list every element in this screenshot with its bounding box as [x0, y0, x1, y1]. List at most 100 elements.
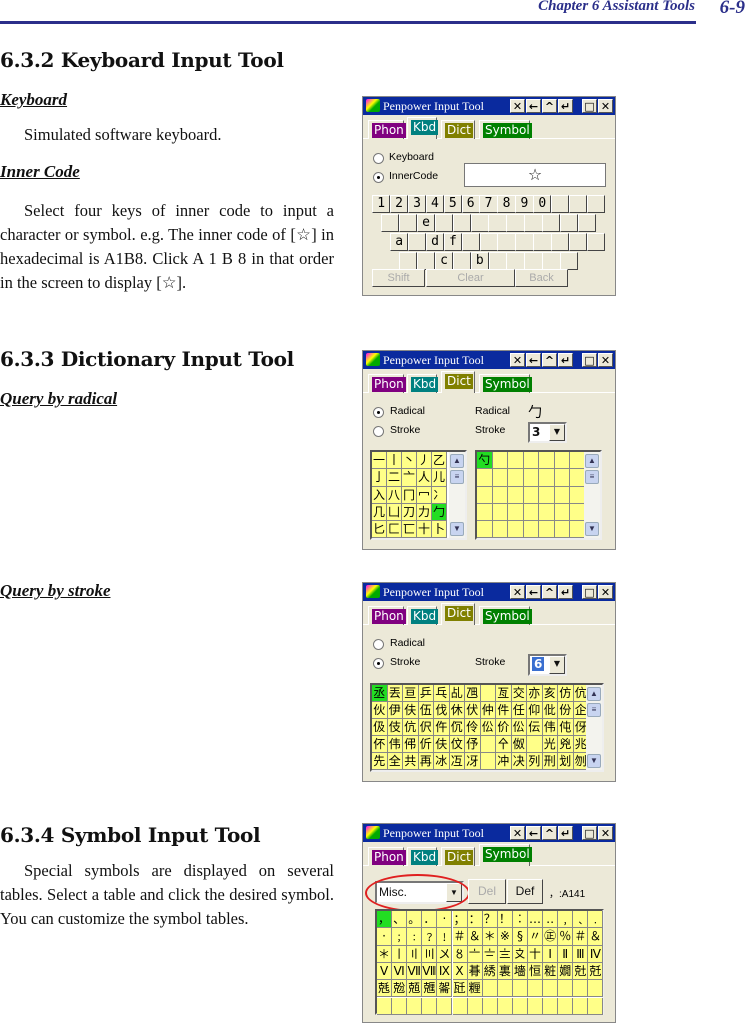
scroll-down-icon[interactable]: ▼	[587, 754, 601, 768]
grid-cell[interactable]: 恒	[528, 962, 544, 981]
grid-cell[interactable]: ﹖	[422, 928, 438, 946]
grid-cell[interactable]: ㊣	[543, 928, 559, 946]
grid-cell[interactable]	[508, 452, 524, 470]
grid-cell[interactable]: ‧	[437, 911, 453, 929]
tab-kbd[interactable]: Kbd	[407, 606, 439, 625]
grid-cell[interactable]	[528, 997, 544, 1015]
grid-cell[interactable]	[543, 980, 559, 998]
grid-cell[interactable]: ＊	[377, 945, 393, 963]
grid-cell[interactable]: ﹑	[573, 911, 589, 929]
grid-cell[interactable]	[492, 452, 508, 470]
grid-cell[interactable]: 共	[403, 753, 419, 771]
grid-cell[interactable]	[422, 997, 438, 1015]
maximize-icon[interactable]: □	[582, 585, 597, 599]
key[interactable]: 6	[461, 195, 480, 213]
grid-cell[interactable]: 〧	[482, 945, 498, 963]
grid-cell[interactable]	[588, 980, 604, 998]
grid-cell[interactable]: 件	[496, 702, 512, 720]
close-icon[interactable]: ✕	[598, 99, 613, 113]
grid-cell[interactable]: 伒	[418, 736, 434, 754]
grid-cell[interactable]: 伕	[403, 702, 419, 720]
key[interactable]	[568, 195, 588, 213]
scroll-up-icon[interactable]: ▲	[585, 454, 599, 468]
scroll-thumb[interactable]: ≡	[450, 470, 464, 484]
grid-cell[interactable]	[392, 997, 408, 1015]
arrow-left-icon[interactable]: ←	[526, 585, 541, 599]
arrow-left-icon[interactable]: ←	[526, 99, 541, 113]
grid-cell[interactable]	[588, 997, 604, 1015]
grid-cell[interactable]	[480, 753, 496, 771]
grid-cell[interactable]: 十	[417, 521, 432, 539]
grid-cell[interactable]: 划	[558, 753, 574, 771]
grid-cell[interactable]	[497, 997, 513, 1015]
tab-dict[interactable]: Dict	[441, 371, 475, 393]
grid-cell[interactable]	[539, 469, 555, 487]
key[interactable]: 0	[533, 195, 552, 213]
grid-cell[interactable]: ．	[422, 911, 438, 929]
grid-cell[interactable]: 裏	[497, 962, 513, 981]
grid-cell[interactable]: 伋	[372, 719, 388, 737]
grid-cell[interactable]: 亥	[542, 685, 558, 703]
key[interactable]: d	[425, 233, 445, 251]
grid-cell[interactable]: 伟	[387, 736, 403, 754]
grid-cell[interactable]: 一	[372, 452, 387, 470]
grid-cell[interactable]: ﹔	[392, 928, 408, 946]
grid-cell[interactable]: Ⅱ	[558, 945, 574, 963]
key[interactable]	[506, 252, 525, 270]
grid-cell[interactable]: 光	[542, 736, 558, 754]
radio-inner-code[interactable]	[373, 172, 384, 183]
grid-cell[interactable]: ＆	[588, 928, 604, 946]
grid-cell[interactable]: 兝	[392, 980, 408, 998]
grid-cell[interactable]: 伙	[372, 702, 388, 720]
grid-cell[interactable]: 二	[387, 469, 402, 487]
key[interactable]	[497, 233, 516, 251]
key[interactable]	[434, 214, 454, 232]
key[interactable]: 8	[497, 195, 516, 213]
tab-symbol[interactable]: Symbol	[479, 844, 532, 866]
grid-cell[interactable]: ﹗	[437, 928, 453, 946]
radio-stroke[interactable]	[373, 426, 384, 437]
key[interactable]	[399, 252, 418, 270]
grid-cell[interactable]: 列	[527, 753, 543, 771]
tab-phon[interactable]: Phon	[368, 847, 406, 866]
grid-cell[interactable]	[539, 503, 555, 522]
grid-cell[interactable]	[477, 503, 493, 522]
scroll-down-icon[interactable]: ▼	[450, 522, 464, 536]
grid-cell[interactable]	[539, 486, 555, 504]
grid-cell[interactable]	[480, 685, 496, 703]
grid-cell[interactable]: 亙	[496, 685, 512, 703]
grid-cell[interactable]: 仰	[527, 702, 543, 720]
grid-cell[interactable]	[477, 521, 493, 539]
grid-cell[interactable]: 〤	[437, 945, 453, 963]
grid-cell[interactable]: 伐	[434, 702, 450, 720]
key[interactable]	[542, 214, 561, 232]
grid-cell[interactable]: 伕	[434, 736, 450, 754]
grid-cell[interactable]: 几	[372, 503, 387, 522]
grid-cell[interactable]: 丟	[387, 685, 403, 703]
close-ime-icon[interactable]: ✕	[510, 585, 525, 599]
grid-cell[interactable]: 丞	[372, 685, 388, 703]
caret-up-icon[interactable]: ^	[542, 353, 557, 367]
grid-cell[interactable]: 伟	[542, 719, 558, 737]
grid-cell[interactable]	[508, 521, 524, 539]
key[interactable]: 4	[425, 195, 445, 213]
grid-cell[interactable]	[508, 469, 524, 487]
grid-cell[interactable]: 刑	[542, 753, 558, 771]
caret-up-icon[interactable]: ^	[542, 99, 557, 113]
grid-cell[interactable]: 八	[387, 486, 402, 504]
tab-phon[interactable]: Phon	[368, 374, 406, 393]
grid-cell[interactable]: 亦	[527, 685, 543, 703]
grid-cell[interactable]: 伮	[511, 736, 527, 754]
key[interactable]: e	[416, 214, 436, 232]
grid-cell[interactable]	[528, 980, 544, 998]
grid-cell[interactable]: 〡	[392, 945, 408, 963]
grid-cell[interactable]: 刀	[402, 503, 417, 522]
key[interactable]	[524, 252, 543, 270]
scroll-up-icon[interactable]: ▲	[587, 687, 601, 701]
grid-cell[interactable]	[508, 503, 524, 522]
grid-cell[interactable]: 伊	[387, 702, 403, 720]
grid-cell[interactable]: ※	[497, 928, 513, 946]
close-icon[interactable]: ✕	[598, 353, 613, 367]
grid-cell[interactable]: 丨	[387, 452, 402, 470]
key[interactable]	[416, 252, 436, 270]
